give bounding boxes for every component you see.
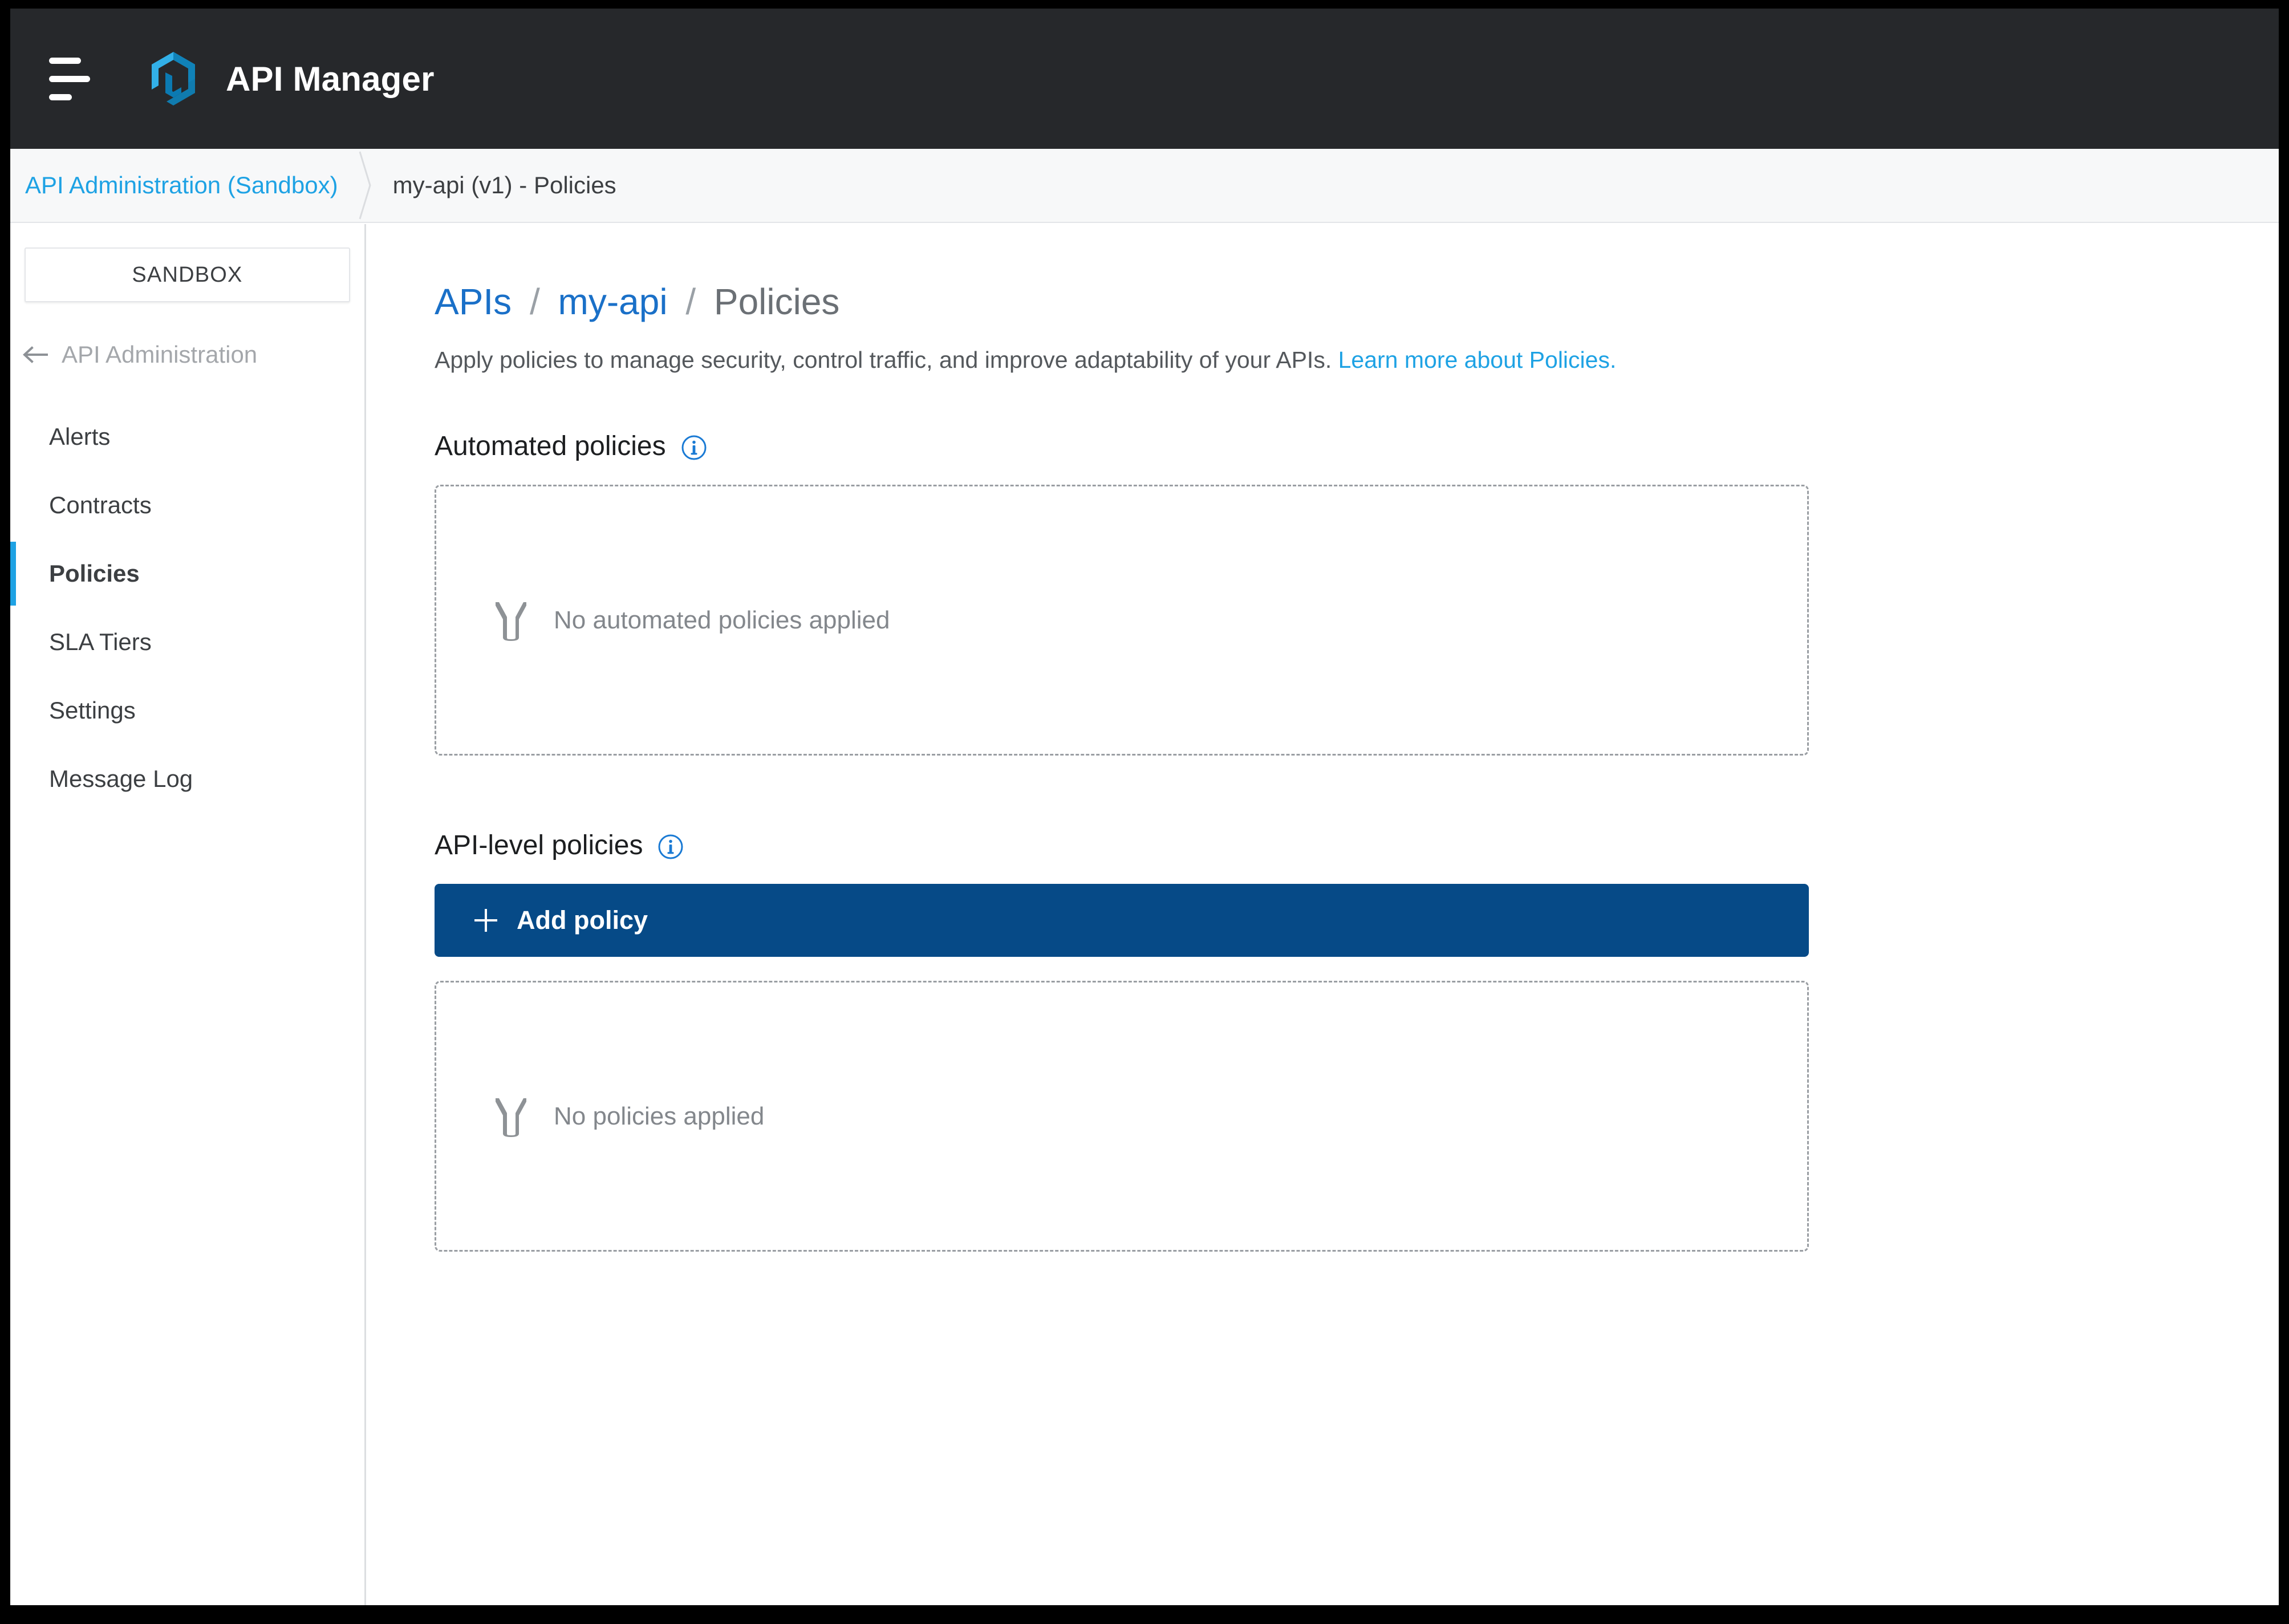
automated-policies-heading: Automated policies xyxy=(435,431,666,462)
sidebar-item-label: Policies xyxy=(49,560,140,587)
sidebar-item-label: Contracts xyxy=(49,492,152,518)
info-circle-icon[interactable] xyxy=(681,435,707,461)
hamburger-bar-3 xyxy=(49,94,72,100)
page-title-current: Policies xyxy=(713,281,840,322)
app-title: API Manager xyxy=(226,59,435,98)
plus-icon xyxy=(474,909,497,932)
page-title-separator-2: / xyxy=(685,281,696,322)
page-title-separator-1: / xyxy=(529,281,540,322)
sidebar-item-label: Message Log xyxy=(49,765,193,792)
sidebar-item-sla-tiers[interactable]: SLA Tiers xyxy=(10,608,364,676)
sidebar-item-settings[interactable]: Settings xyxy=(10,676,364,745)
amplify-hexagon-logo xyxy=(152,52,195,105)
hamburger-bar-2 xyxy=(49,75,90,82)
add-policy-button-label: Add policy xyxy=(517,906,648,935)
info-circle-icon[interactable] xyxy=(658,834,684,860)
sidebar-item-alerts[interactable]: Alerts xyxy=(10,403,364,471)
add-policy-button[interactable]: Add policy xyxy=(435,884,1809,957)
app-window: API Manager API Administration (Sandbox)… xyxy=(10,9,2279,1605)
sidebar-item-label: SLA Tiers xyxy=(49,628,152,655)
page-title-api-link[interactable]: my-api xyxy=(558,281,668,322)
breadcrumb-item-api-administration[interactable]: API Administration (Sandbox) xyxy=(10,173,358,197)
environment-selector[interactable]: SANDBOX xyxy=(25,247,350,302)
back-to-api-administration-link[interactable]: API Administration xyxy=(10,334,364,375)
breadcrumb-separator-icon xyxy=(358,148,374,222)
back-link-label: API Administration xyxy=(62,341,258,368)
automated-policies-empty-text: No automated policies applied xyxy=(554,606,890,634)
automated-policies-header: Automated policies xyxy=(435,431,2279,462)
page-title-apis-link[interactable]: APIs xyxy=(435,281,512,322)
hamburger-menu-icon[interactable] xyxy=(49,55,102,102)
api-level-policies-empty-text: No policies applied xyxy=(554,1102,765,1130)
page-description: Apply policies to manage security, contr… xyxy=(435,344,2279,376)
page-title: APIs / my-api / Policies xyxy=(435,282,2279,322)
breadcrumb-item-current: my-api (v1) - Policies xyxy=(392,172,616,198)
page-description-text: Apply policies to manage security, contr… xyxy=(435,347,1332,373)
breadcrumb: API Administration (Sandbox) my-api (v1)… xyxy=(10,149,2279,223)
api-level-policies-header: API-level policies xyxy=(435,830,2279,861)
api-level-policies-heading: API-level policies xyxy=(435,830,643,861)
automated-policies-empty-state: No automated policies applied xyxy=(435,485,1809,756)
policy-filter-icon xyxy=(496,1098,526,1137)
sidebar-nav: Alerts Contracts Policies SLA Tiers Sett… xyxy=(10,403,364,813)
api-level-policies-empty-state: No policies applied xyxy=(435,981,1809,1252)
learn-more-link[interactable]: Learn more about Policies. xyxy=(1338,347,1617,373)
policy-filter-icon xyxy=(496,602,526,641)
sidebar-item-message-log[interactable]: Message Log xyxy=(10,745,364,813)
app-header: API Manager xyxy=(10,9,2279,149)
hamburger-bar-1 xyxy=(49,57,81,64)
main-content: APIs / my-api / Policies Apply policies … xyxy=(368,224,2279,1605)
sidebar: SANDBOX API Administration Alerts Contra… xyxy=(10,224,366,1605)
sidebar-item-contracts[interactable]: Contracts xyxy=(10,471,364,539)
sidebar-item-label: Settings xyxy=(49,697,136,724)
sidebar-item-label: Alerts xyxy=(49,423,111,450)
sidebar-item-policies[interactable]: Policies xyxy=(10,539,364,608)
arrow-left-icon xyxy=(23,346,48,363)
environment-label: SANDBOX xyxy=(132,262,243,287)
